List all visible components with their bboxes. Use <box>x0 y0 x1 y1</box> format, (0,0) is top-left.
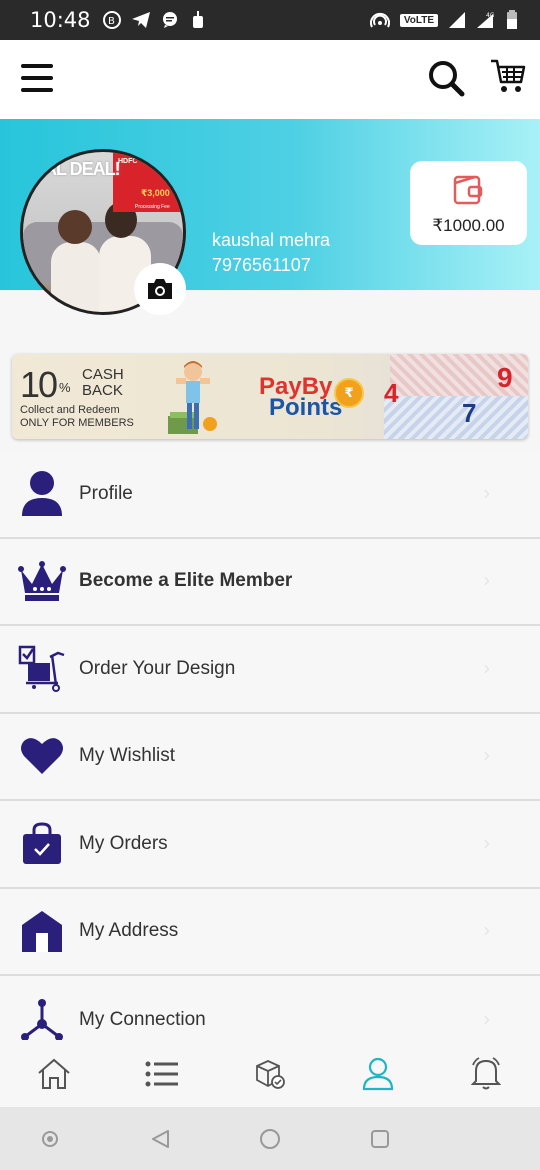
cartoon-man-icon <box>168 361 217 434</box>
menu-label: My Wishlist <box>79 745 176 767</box>
shopping-bag-icon <box>23 822 61 864</box>
nav-notifications[interactable] <box>432 1040 540 1107</box>
telegram-icon <box>131 12 150 28</box>
recents-square-icon <box>371 1130 389 1148</box>
menu-item-address[interactable]: My Address › <box>0 888 540 976</box>
menu-label: Order Your Design <box>79 657 236 679</box>
user-name: kaushal mehra <box>212 230 331 250</box>
camera-icon <box>148 279 172 299</box>
hamburger-icon[interactable] <box>21 64 53 92</box>
nav-account[interactable] <box>324 1040 432 1107</box>
message-icon <box>162 12 177 28</box>
avatar-ad-fee: Processing Fee <box>135 204 170 210</box>
home-circle-icon <box>260 1129 280 1149</box>
chevron-right-icon: › <box>483 482 490 505</box>
banner-number: 4 <box>384 378 399 408</box>
home-icon <box>38 1058 70 1089</box>
home-button[interactable] <box>258 1127 282 1151</box>
back-triangle-icon <box>152 1130 169 1148</box>
user-phone: 7976561107 <box>212 255 311 275</box>
nav-orders[interactable] <box>216 1040 324 1107</box>
network-icon <box>21 998 63 1041</box>
rupee-coin-icon: ₹ <box>334 378 364 408</box>
menu-label: Become a Elite Member <box>79 570 293 592</box>
crown-icon <box>18 561 66 602</box>
b-badge-icon: B <box>102 11 121 29</box>
cart-icon[interactable] <box>490 58 526 94</box>
heart-icon <box>21 738 63 775</box>
wallet-card[interactable]: ₹1000.00 <box>410 161 527 245</box>
menu-item-orders[interactable]: My Orders › <box>0 801 540 889</box>
assistant-button[interactable] <box>38 1127 62 1151</box>
svg-text:4G: 4G <box>486 12 495 19</box>
avatar-ad-text: EAL DEAL! <box>33 159 121 179</box>
paybypoints-banner[interactable]: 10 % CASH BACK Collect and Redeem ONLY F… <box>12 354 528 439</box>
banner-number: 9 <box>497 362 513 393</box>
bell-icon <box>471 1056 501 1089</box>
hotspot-icon <box>369 12 390 28</box>
wallet-icon <box>453 175 483 205</box>
wallet-balance: ₹1000.00 <box>432 216 505 235</box>
nav-home[interactable] <box>0 1040 108 1107</box>
chevron-right-icon: › <box>483 832 490 855</box>
chevron-right-icon: › <box>483 569 490 592</box>
chevron-right-icon: › <box>483 919 490 942</box>
chevron-right-icon: › <box>483 1008 490 1031</box>
chevron-right-icon: › <box>483 744 490 767</box>
notification-bot-icon <box>192 11 203 28</box>
banner-cashback: CASH BACK <box>82 366 124 399</box>
menu-item-elite-member[interactable]: Become a Elite Member › <box>0 538 540 626</box>
account-icon <box>362 1057 394 1090</box>
design-order-icon <box>18 645 65 692</box>
signal-4g-icon: 4G <box>477 12 495 28</box>
banner-brand: PayBy Points <box>259 373 343 421</box>
system-navigation <box>0 1107 540 1170</box>
menu-label: My Connection <box>79 1008 206 1030</box>
menu-label: Profile <box>79 482 133 504</box>
menu-label: My Orders <box>79 832 168 854</box>
banner-collect: Collect and Redeem ONLY FOR MEMBERS <box>20 404 134 429</box>
banner-percent-sign: % <box>59 380 71 395</box>
bottom-navigation <box>0 1040 540 1107</box>
box-icon <box>256 1059 285 1089</box>
banner-number: 7 <box>462 398 477 428</box>
banner-percent-number: 10 <box>20 364 58 405</box>
menu-label: My Address <box>79 920 179 942</box>
avatar-ad-bank: HDFC <box>118 158 138 165</box>
change-photo-button[interactable] <box>134 263 186 315</box>
menu-item-wishlist[interactable]: My Wishlist › <box>0 713 540 801</box>
app-bar <box>0 40 540 119</box>
nav-categories[interactable] <box>108 1040 216 1107</box>
dot-icon <box>42 1131 58 1147</box>
back-button[interactable] <box>148 1127 172 1151</box>
menu-item-order-design[interactable]: Order Your Design › <box>0 626 540 714</box>
svg-text:B: B <box>108 16 115 27</box>
chevron-right-icon: › <box>483 657 490 680</box>
status-bar: 10:48 B VoLTE 4G <box>0 0 540 40</box>
search-icon[interactable] <box>426 58 466 98</box>
account-menu: Profile › Become a Elite Member › Order … <box>0 451 540 1064</box>
avatar-ad-value: ₹3,000 <box>141 188 170 198</box>
list-icon <box>145 1061 178 1086</box>
person-icon <box>22 470 62 516</box>
status-time: 10:48 <box>30 8 91 32</box>
recents-button[interactable] <box>368 1127 392 1151</box>
menu-item-profile[interactable]: Profile › <box>0 451 540 539</box>
volte-badge: VoLTE <box>399 13 438 27</box>
signal-icon <box>449 12 465 28</box>
battery-icon <box>507 10 517 29</box>
house-icon <box>22 911 62 953</box>
